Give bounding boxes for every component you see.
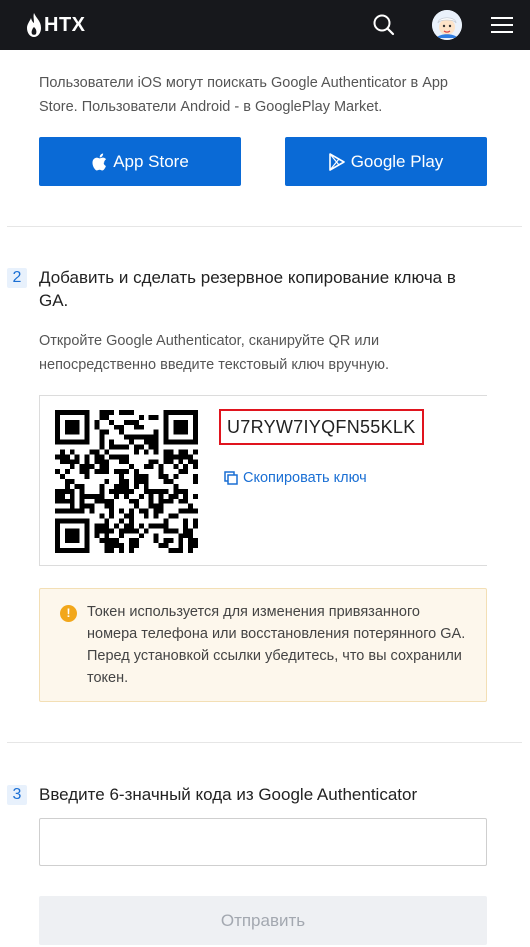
submit-button[interactable]: Отправить [39,896,487,945]
warning-text: Токен используется для изменения привяза… [87,604,466,686]
google-play-label: Google Play [350,151,444,171]
ga-code-input[interactable] [39,818,487,866]
avatar[interactable] [432,10,462,40]
htx-logo[interactable]: HTX [26,11,86,39]
warning-icon: ! [60,605,77,622]
menu-icon[interactable] [487,10,517,40]
step-2-hint: Откройте Google Authenticator, сканируйт… [39,333,390,373]
step-number-2: 2 [7,268,27,288]
app-store-label: App Store [113,151,189,171]
logo-text: HTX [44,13,86,36]
copy-key-link[interactable]: Скопировать ключ [224,470,367,486]
google-play-icon [328,152,345,171]
search-icon[interactable] [369,10,399,40]
section-divider [7,742,522,743]
htx-flame-icon [27,13,41,37]
google-play-button[interactable]: Google Play [285,137,487,186]
step-2-title: Добавить и сделать резервное копирование… [39,268,456,310]
step-3-title: Введите 6-значный кода из Google Authent… [39,785,418,804]
warning-box: ! Токен используется для изменения привя… [39,588,487,702]
copy-key-label: Скопировать ключ [243,470,367,486]
app-download-hint: Пользователи iOS могут поискать Google A… [39,75,448,115]
secret-key-text[interactable]: U7RYW7IYQFN55KLK [219,409,424,445]
qr-code [55,410,198,553]
apple-icon [92,153,107,171]
app-store-button[interactable]: App Store [39,137,241,186]
copy-icon [224,471,238,485]
top-nav-bar: HTX [0,0,530,50]
qr-key-panel: U7RYW7IYQFN55KLK Скопировать ключ [39,395,487,566]
section-divider [7,226,522,227]
step-number-3: 3 [7,785,27,805]
